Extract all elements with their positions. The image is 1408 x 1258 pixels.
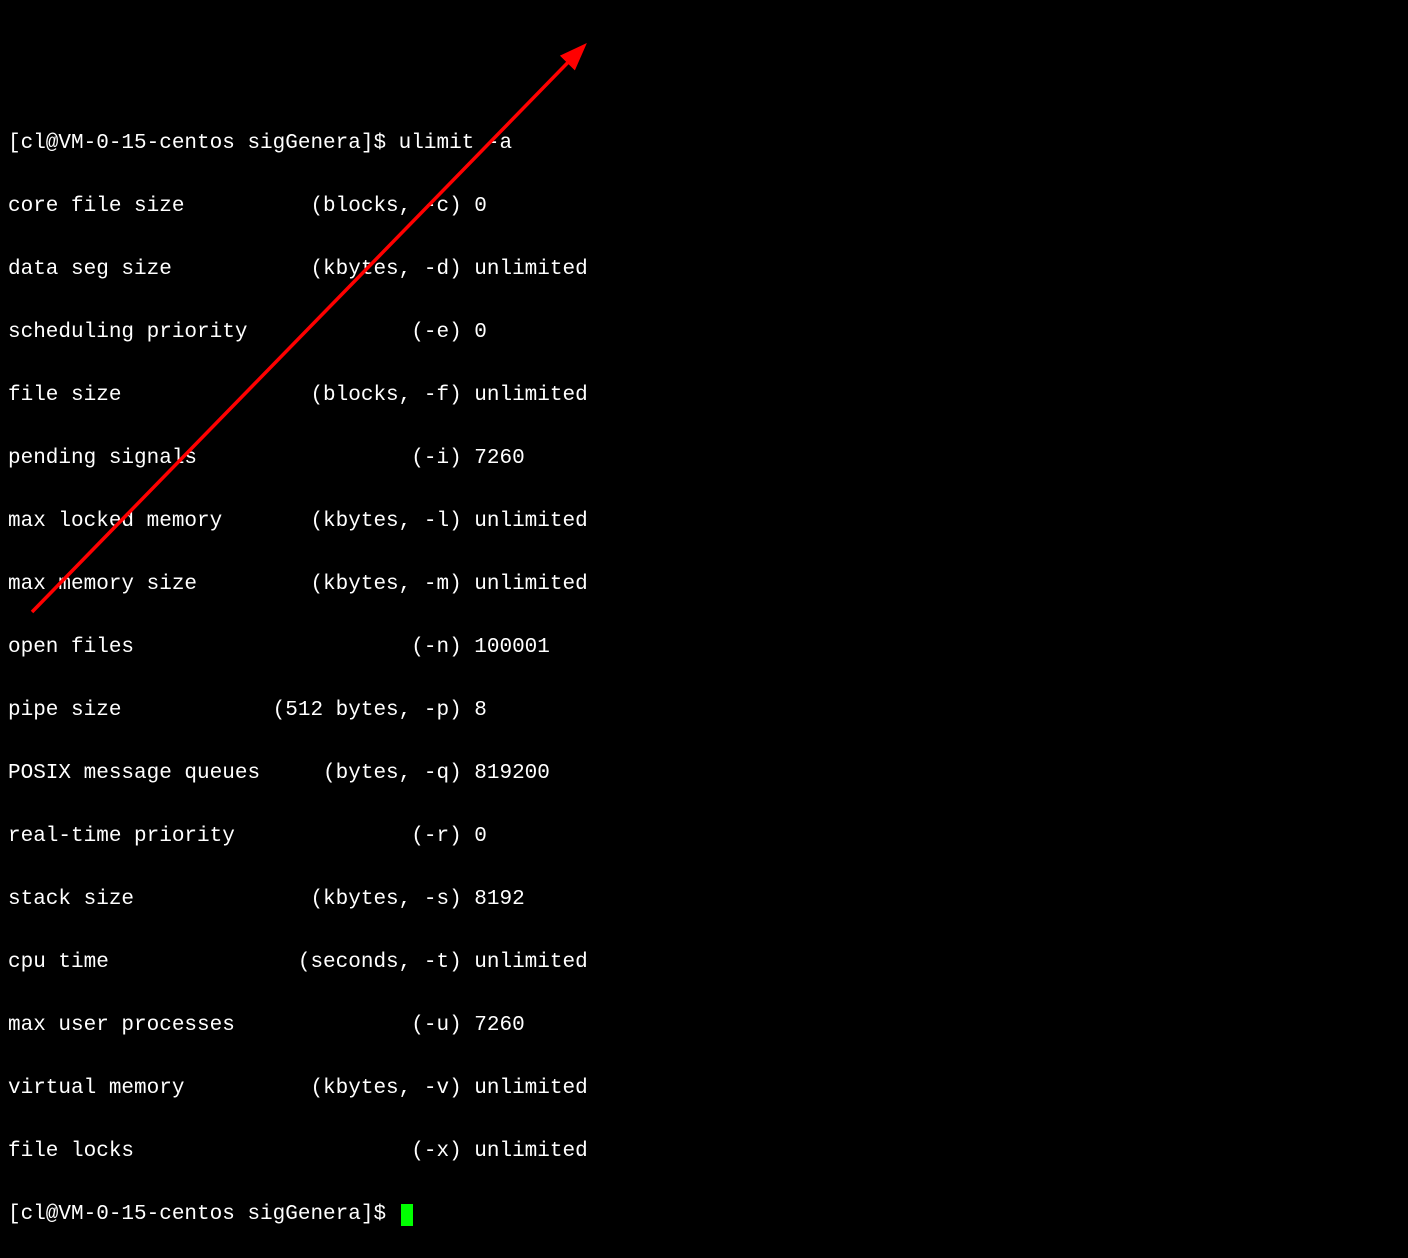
command-text: ulimit -a xyxy=(399,132,512,155)
output-line: POSIX message queues (bytes, -q) 819200 xyxy=(8,758,1400,790)
output-line: file locks (-x) unlimited xyxy=(8,1136,1400,1168)
output-line: pipe size (512 bytes, -p) 8 xyxy=(8,695,1400,727)
output-line: open files (-n) 100001 xyxy=(8,632,1400,664)
prompt-line-2[interactable]: [cl@VM-0-15-centos sigGenera]$ xyxy=(8,1199,1400,1231)
output-line: file size (blocks, -f) unlimited xyxy=(8,380,1400,412)
output-line: max user processes (-u) 7260 xyxy=(8,1010,1400,1042)
shell-prompt: [cl@VM-0-15-centos sigGenera]$ xyxy=(8,1203,399,1226)
output-line: pending signals (-i) 7260 xyxy=(8,443,1400,475)
output-line: cpu time (seconds, -t) unlimited xyxy=(8,947,1400,979)
output-line: real-time priority (-r) 0 xyxy=(8,821,1400,853)
output-line: max memory size (kbytes, -m) unlimited xyxy=(8,569,1400,601)
prompt-line-1: [cl@VM-0-15-centos sigGenera]$ ulimit -a xyxy=(8,128,1400,160)
output-line: stack size (kbytes, -s) 8192 xyxy=(8,884,1400,916)
shell-prompt: [cl@VM-0-15-centos sigGenera]$ xyxy=(8,132,399,155)
output-line: core file size (blocks, -c) 0 xyxy=(8,191,1400,223)
output-line: virtual memory (kbytes, -v) unlimited xyxy=(8,1073,1400,1105)
cursor-block xyxy=(401,1204,413,1226)
output-line: max locked memory (kbytes, -l) unlimited xyxy=(8,506,1400,538)
output-line: data seg size (kbytes, -d) unlimited xyxy=(8,254,1400,286)
output-line: scheduling priority (-e) 0 xyxy=(8,317,1400,349)
